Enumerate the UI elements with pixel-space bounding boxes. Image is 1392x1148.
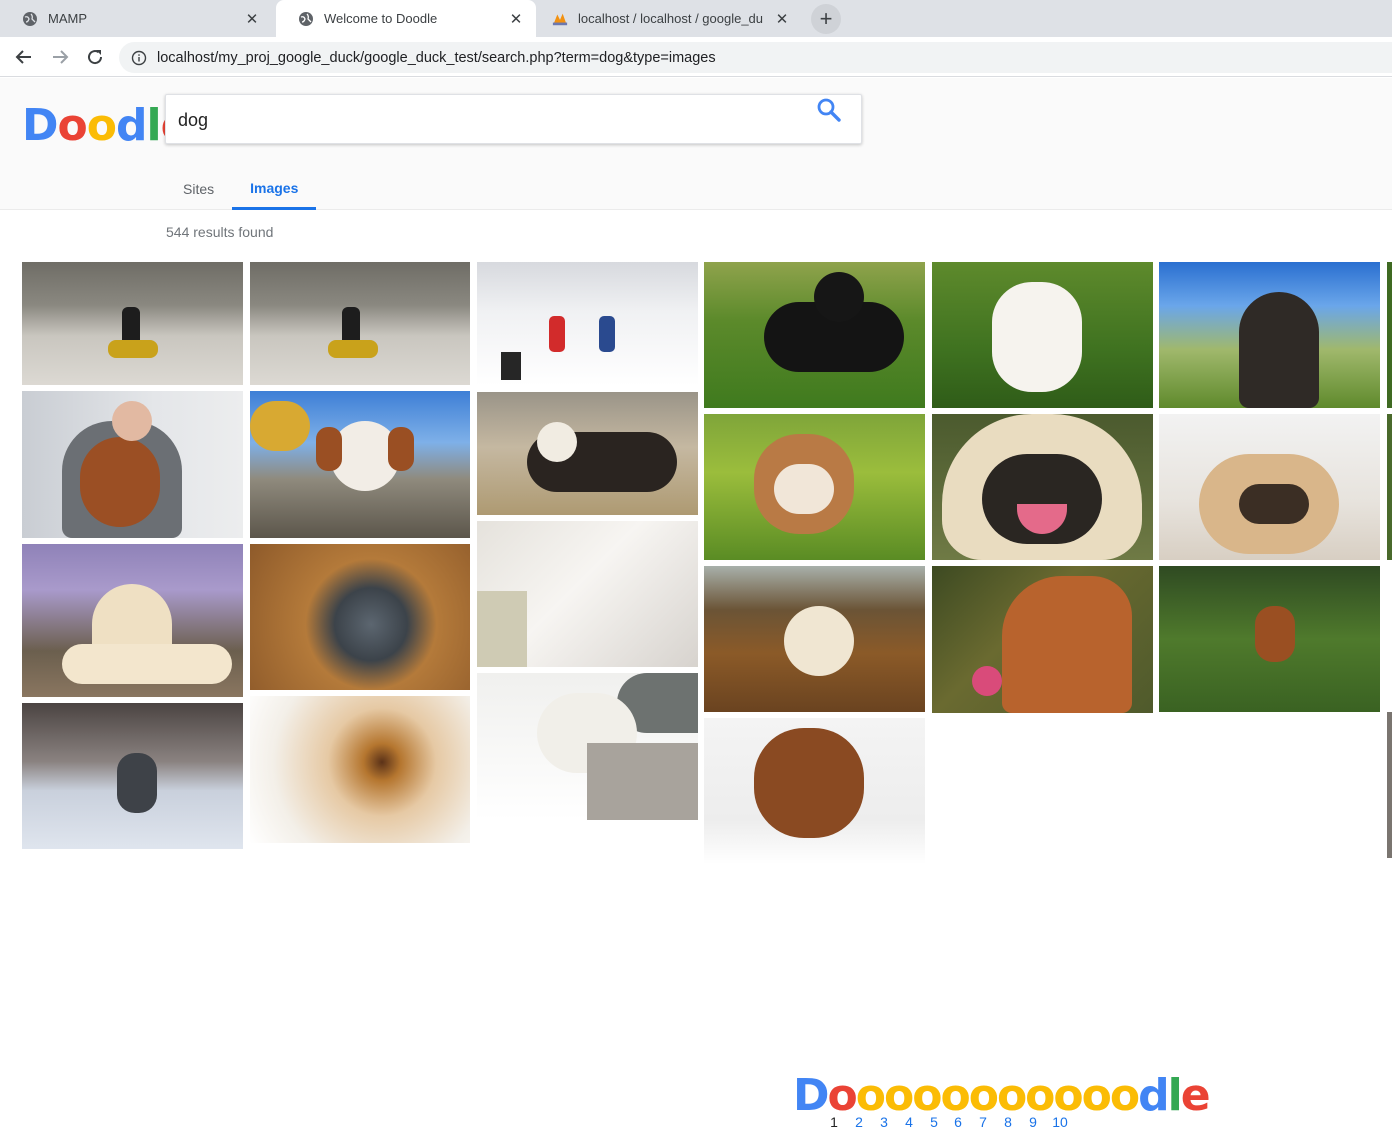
search-bar bbox=[165, 94, 862, 144]
pagination-letter: d bbox=[1138, 1070, 1169, 1121]
tab-title: localhost / localhost / google_du bbox=[578, 11, 764, 26]
pagination-letter: e bbox=[1180, 1070, 1211, 1121]
image-result[interactable] bbox=[704, 414, 925, 560]
browser-tab-doodle[interactable]: Welcome to Doodle ✕ bbox=[276, 0, 536, 37]
image-result[interactable] bbox=[250, 262, 470, 385]
reload-icon bbox=[88, 50, 103, 65]
browser-tab-strip: MAMP ✕ Welcome to Doodle ✕ localhost / l… bbox=[0, 0, 1392, 37]
pagination-letter: o bbox=[940, 1070, 970, 1121]
search-type-tabs: Sites Images bbox=[165, 168, 317, 210]
image-result[interactable] bbox=[250, 391, 470, 538]
image-result[interactable] bbox=[22, 262, 243, 385]
globe-icon bbox=[298, 11, 314, 27]
pagination-letter: o bbox=[884, 1070, 914, 1121]
page-number-7[interactable]: 7 bbox=[975, 1114, 991, 1130]
image-result[interactable] bbox=[477, 392, 698, 515]
logo-letter: d bbox=[116, 100, 147, 151]
page-number-5[interactable]: 5 bbox=[926, 1114, 942, 1130]
image-result[interactable] bbox=[22, 703, 243, 849]
pagination-letter: o bbox=[1109, 1070, 1140, 1121]
image-result[interactable] bbox=[477, 673, 698, 820]
arrow-left-icon bbox=[15, 50, 31, 64]
browser-tab-phpmyadmin[interactable]: localhost / localhost / google_du ✕ bbox=[540, 0, 802, 37]
new-tab-button[interactable]: + bbox=[811, 4, 841, 34]
page-number-4[interactable]: 4 bbox=[901, 1114, 917, 1130]
pagination-letter: o bbox=[1053, 1070, 1083, 1121]
image-result[interactable] bbox=[1159, 262, 1380, 408]
image-result[interactable] bbox=[22, 544, 243, 697]
pagination-letter: o bbox=[855, 1070, 886, 1121]
pagination-letter: D bbox=[793, 1070, 830, 1121]
image-result[interactable] bbox=[932, 262, 1153, 408]
pagination: Dooooooooooodle 1 2 3 4 5 6 7 8 9 10 bbox=[793, 1072, 1211, 1142]
image-result[interactable] bbox=[250, 696, 470, 843]
image-result[interactable] bbox=[1387, 262, 1392, 408]
image-result[interactable] bbox=[1387, 712, 1392, 858]
pagination-letter: o bbox=[996, 1070, 1027, 1121]
results-count: 544 results found bbox=[166, 224, 274, 240]
close-icon[interactable]: ✕ bbox=[242, 9, 262, 29]
pagination-logo: Dooooooooooodle bbox=[793, 1070, 1211, 1121]
page-number-9[interactable]: 9 bbox=[1025, 1114, 1041, 1130]
page-number-2[interactable]: 2 bbox=[851, 1114, 867, 1130]
pagination-letter: o bbox=[912, 1070, 942, 1121]
browser-toolbar: localhost/my_proj_google_duck/google_duc… bbox=[0, 37, 1392, 77]
pagination-letter: l bbox=[1167, 1070, 1183, 1121]
image-result[interactable] bbox=[704, 566, 925, 712]
page-number-1: 1 bbox=[830, 1114, 838, 1130]
image-result[interactable] bbox=[477, 521, 698, 667]
image-results-grid bbox=[0, 262, 1392, 872]
image-result[interactable] bbox=[704, 718, 925, 864]
logo-letter: o bbox=[57, 100, 88, 151]
image-result[interactable] bbox=[1159, 566, 1380, 712]
pagination-letter: o bbox=[827, 1070, 858, 1121]
reload-button[interactable] bbox=[81, 43, 109, 71]
search-icon bbox=[817, 98, 841, 122]
page-header: Doodle Sites Images bbox=[0, 78, 1392, 210]
image-result[interactable] bbox=[1387, 414, 1392, 560]
image-result[interactable] bbox=[250, 544, 470, 690]
image-result[interactable] bbox=[932, 566, 1153, 713]
phpmyadmin-icon bbox=[552, 11, 568, 27]
forward-button[interactable] bbox=[46, 43, 74, 71]
pagination-letter: o bbox=[968, 1070, 999, 1121]
pagination-letter: o bbox=[1025, 1070, 1055, 1121]
logo-letter: o bbox=[86, 100, 117, 151]
tab-sites[interactable]: Sites bbox=[165, 168, 232, 210]
image-result[interactable] bbox=[932, 414, 1153, 560]
close-icon[interactable]: ✕ bbox=[772, 9, 792, 29]
tab-images[interactable]: Images bbox=[232, 168, 317, 210]
image-result[interactable] bbox=[1159, 414, 1380, 560]
arrow-right-icon bbox=[53, 50, 69, 64]
globe-icon bbox=[22, 11, 38, 27]
search-button[interactable] bbox=[814, 95, 844, 125]
back-button[interactable] bbox=[10, 43, 38, 71]
browser-tab-mamp[interactable]: MAMP ✕ bbox=[0, 0, 272, 37]
logo-letter: l bbox=[146, 100, 162, 151]
image-result[interactable] bbox=[704, 262, 925, 408]
tab-title: Welcome to Doodle bbox=[324, 11, 438, 26]
tab-title: MAMP bbox=[48, 11, 87, 26]
address-bar[interactable]: localhost/my_proj_google_duck/google_duc… bbox=[119, 42, 1392, 73]
info-icon[interactable] bbox=[131, 50, 147, 66]
page-number-6[interactable]: 6 bbox=[950, 1114, 966, 1130]
url-text: localhost/my_proj_google_duck/google_duc… bbox=[157, 49, 716, 66]
page-number-10[interactable]: 10 bbox=[1049, 1114, 1071, 1130]
image-result[interactable] bbox=[22, 391, 243, 538]
close-icon[interactable]: ✕ bbox=[506, 9, 526, 29]
page-number-8[interactable]: 8 bbox=[1000, 1114, 1016, 1130]
logo-letter: D bbox=[22, 100, 59, 151]
image-result[interactable] bbox=[477, 262, 698, 386]
page-number-3[interactable]: 3 bbox=[876, 1114, 892, 1130]
pagination-letter: o bbox=[1081, 1070, 1112, 1121]
search-input[interactable] bbox=[178, 107, 798, 133]
